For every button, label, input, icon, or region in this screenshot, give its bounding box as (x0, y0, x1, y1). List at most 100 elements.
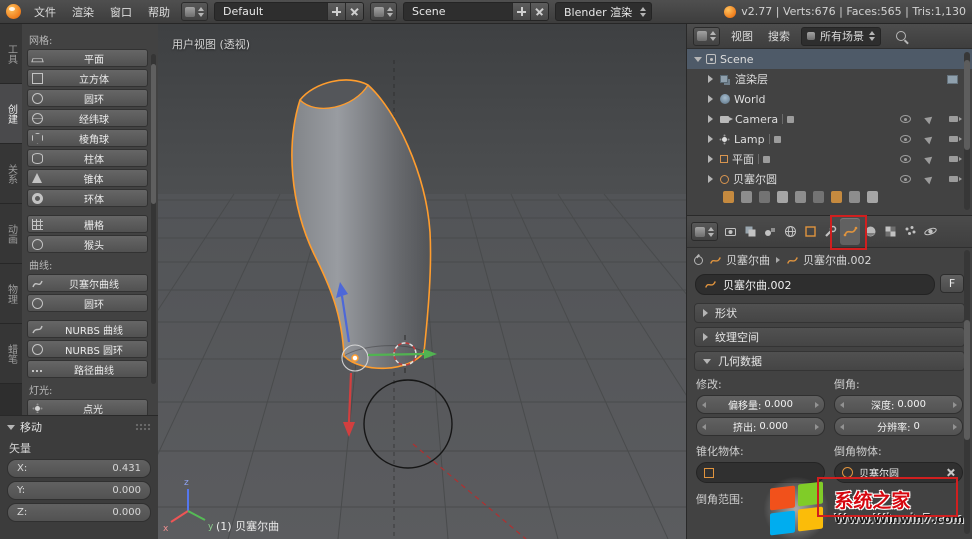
tab-particles[interactable] (900, 218, 920, 245)
tab-object-data[interactable] (840, 218, 860, 245)
tab-physics[interactable] (920, 218, 940, 245)
tab-relations[interactable]: 关系 (0, 144, 22, 204)
tab-modifiers[interactable] (820, 218, 840, 245)
add-ico-sphere-button[interactable]: 棱角球 (27, 129, 148, 147)
add-plane-button[interactable]: 平面 (27, 49, 148, 67)
translate-z-field[interactable]: Z: 0.000 (7, 503, 151, 522)
renderability-camera-icon[interactable] (949, 156, 958, 162)
tab-render[interactable] (720, 218, 740, 245)
tab-grease-pencil[interactable]: 蜡笔 (0, 324, 22, 384)
editor-type-selector[interactable] (693, 27, 720, 46)
add-layout-button[interactable] (327, 3, 345, 20)
add-path-button[interactable]: 路径曲线 (27, 360, 148, 378)
screen-layout-field[interactable]: Default (214, 2, 364, 21)
outliner-row-renderlayers[interactable]: 渲染层 (687, 69, 972, 89)
selectability-cursor-icon[interactable] (924, 114, 935, 125)
menu-help[interactable]: 帮助 (141, 4, 177, 20)
outliner-scrollbar[interactable] (964, 52, 970, 210)
expand-icon[interactable] (708, 175, 720, 183)
breadcrumb-data[interactable]: 贝塞尔曲.002 (786, 252, 872, 268)
operator-panel-header[interactable]: 移动 (7, 419, 151, 435)
renderability-camera-icon[interactable] (949, 116, 958, 122)
visibility-eye-icon[interactable] (900, 175, 911, 183)
selectability-cursor-icon[interactable] (924, 134, 935, 145)
visibility-eye-icon[interactable] (900, 135, 911, 143)
panel-geometry-header[interactable]: 几何数据 (694, 351, 965, 371)
tab-create[interactable]: 创建 (0, 84, 22, 144)
tab-material[interactable] (860, 218, 880, 245)
tab-animation[interactable]: 动画 (0, 204, 22, 264)
outliner-row-lamp[interactable]: Lamp (687, 129, 972, 149)
add-uv-sphere-button[interactable]: 经纬球 (27, 109, 148, 127)
renderability-camera-icon[interactable] (949, 176, 958, 182)
selectability-cursor-icon[interactable] (924, 154, 935, 165)
add-point-lamp-button[interactable]: 点光 (27, 399, 148, 415)
tab-texture[interactable] (880, 218, 900, 245)
selectability-cursor-icon[interactable] (924, 174, 935, 185)
panel-shape-header[interactable]: 形状 (694, 303, 965, 323)
fake-user-button[interactable]: F (940, 274, 964, 293)
add-cylinder-button[interactable]: 柱体 (27, 149, 148, 167)
add-nurbs-circle-button[interactable]: NURBS 圆环 (27, 340, 148, 358)
extrude-slider[interactable]: 挤出: 0.000 (696, 417, 825, 436)
clear-bevel-object-icon[interactable] (946, 468, 955, 477)
outliner-display-filter[interactable]: 所有场景 (801, 27, 881, 46)
outliner-view-menu[interactable]: 视图 (725, 28, 759, 44)
viewport-canvas[interactable]: z x y (158, 24, 686, 539)
add-cone-button[interactable]: 锥体 (27, 169, 148, 187)
visibility-eye-icon[interactable] (900, 155, 911, 163)
pin-icon[interactable] (694, 256, 703, 265)
bevel-resolution-slider[interactable]: 分辨率: 0 (834, 417, 963, 436)
editor-type-selector[interactable] (691, 222, 718, 241)
menu-render[interactable]: 渲染 (65, 4, 101, 20)
tab-tools[interactable]: 工具 (0, 24, 22, 84)
outliner-row-world[interactable]: World (687, 89, 972, 109)
blender-logo-icon[interactable] (6, 4, 21, 19)
outliner-search-menu[interactable]: 搜索 (762, 28, 796, 44)
expand-icon[interactable] (708, 115, 720, 123)
tab-object[interactable] (800, 218, 820, 245)
tab-scene[interactable] (760, 218, 780, 245)
translate-x-field[interactable]: X: 0.431 (7, 459, 151, 478)
expand-icon[interactable] (708, 95, 720, 103)
expand-icon[interactable] (708, 75, 720, 83)
offset-slider[interactable]: 偏移量: 0.000 (696, 395, 825, 414)
expand-icon[interactable] (708, 135, 720, 143)
add-bezier-circle-button[interactable]: 圆环 (27, 294, 148, 312)
outliner-row-camera[interactable]: Camera (687, 109, 972, 129)
3d-viewport[interactable]: z x y 用户视图 (透视) (1) 贝塞尔曲 (158, 24, 686, 539)
add-torus-button[interactable]: 环体 (27, 189, 148, 207)
visibility-eye-icon[interactable] (900, 115, 911, 123)
add-cube-button[interactable]: 立方体 (27, 69, 148, 87)
y-axis-handle[interactable] (368, 354, 424, 355)
tab-world[interactable] (780, 218, 800, 245)
tab-physics[interactable]: 物理 (0, 264, 22, 324)
outliner-partial-row[interactable] (687, 191, 972, 204)
add-bezier-curve-button[interactable]: 贝塞尔曲线 (27, 274, 148, 292)
editor-type-selector[interactable] (181, 2, 208, 21)
renderability-camera-icon[interactable] (949, 136, 958, 142)
outliner-row-plane[interactable]: 平面 (687, 149, 972, 169)
render-engine-dropdown[interactable]: Blender 渲染 (555, 2, 652, 21)
expand-icon[interactable] (694, 57, 706, 62)
delete-scene-button[interactable] (530, 3, 548, 20)
outliner-row-bezier-circle[interactable]: 贝塞尔圆 (687, 169, 972, 189)
add-nurbs-curve-button[interactable]: NURBS 曲线 (27, 320, 148, 338)
add-monkey-button[interactable]: 猴头 (27, 235, 148, 253)
tab-render-layers[interactable] (740, 218, 760, 245)
menu-file[interactable]: 文件 (27, 4, 63, 20)
breadcrumb-object[interactable]: 贝塞尔曲 (709, 252, 770, 268)
scene-field[interactable]: Scene (403, 2, 549, 21)
panel-texture-space-header[interactable]: 纹理空间 (694, 327, 965, 347)
add-grid-button[interactable]: 栅格 (27, 215, 148, 233)
expand-icon[interactable] (708, 155, 720, 163)
scene-selector-icon-button[interactable] (370, 2, 397, 21)
datablock-name-field[interactable]: 贝塞尔曲.002 (695, 274, 935, 295)
add-circle-button[interactable]: 圆环 (27, 89, 148, 107)
outliner-row-scene[interactable]: Scene (687, 49, 972, 69)
menu-window[interactable]: 窗口 (103, 4, 139, 20)
delete-layout-button[interactable] (345, 3, 363, 20)
translate-y-field[interactable]: Y: 0.000 (7, 481, 151, 500)
tool-shelf-scrollbar[interactable] (151, 54, 156, 384)
search-icon[interactable] (896, 31, 906, 41)
